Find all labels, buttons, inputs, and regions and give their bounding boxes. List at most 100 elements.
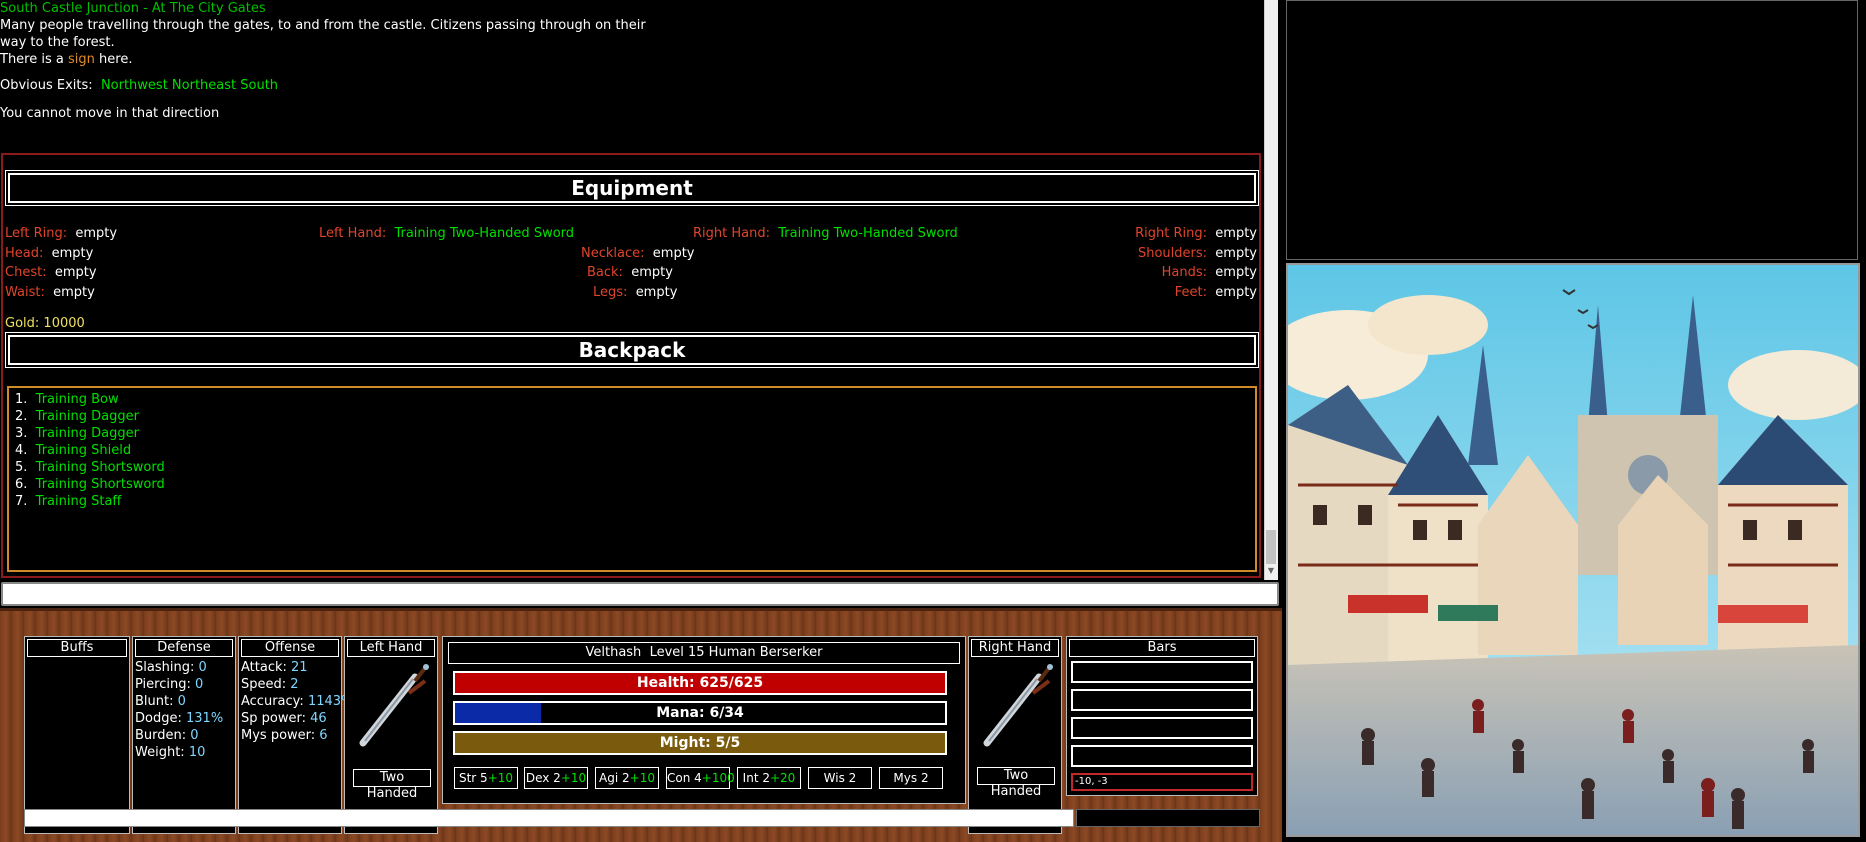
slot-label: Shoulders:	[1137, 246, 1208, 261]
attribute-name: Str 5	[458, 771, 488, 785]
slot-label: Right Hand:	[693, 226, 770, 241]
slot-left-ring[interactable]: Left Ring: empty	[5, 226, 117, 241]
bar-slot[interactable]	[1071, 717, 1253, 739]
slot-right-ring[interactable]: Right Ring: empty	[1135, 226, 1257, 241]
stat-label: Burden:	[135, 728, 187, 743]
slot-head[interactable]: Head: empty	[5, 246, 93, 261]
slot-label: Legs:	[593, 285, 628, 300]
character-panel: Velthash Level 15 Human Berserker Health…	[442, 636, 966, 804]
slot-left-hand[interactable]: Left Hand: Training Two-Handed Sword	[319, 226, 574, 241]
attribute-dex[interactable]: Dex 2+10	[524, 767, 588, 789]
offense-stat: Mys power: 6	[241, 727, 353, 744]
attribute-mys[interactable]: Mys 2	[879, 767, 943, 789]
stat-label: Slashing:	[135, 660, 195, 675]
offense-stat: Speed: 2	[241, 676, 353, 693]
stat-label: Piercing:	[135, 677, 191, 692]
character-level: Level 15 Human Berserker	[649, 645, 823, 660]
slot-value: empty	[1215, 246, 1257, 261]
exits-list[interactable]: Northwest Northeast South	[101, 78, 278, 93]
item-number: 5.	[15, 460, 28, 475]
slot-waist[interactable]: Waist: empty	[5, 285, 95, 300]
slot-value: empty	[54, 265, 97, 280]
item-name: Training Dagger	[35, 409, 139, 424]
sign-suffix: here.	[99, 52, 133, 67]
offense-stat: Attack: 21	[241, 659, 353, 676]
stat-label: Attack:	[241, 660, 287, 675]
attribute-str[interactable]: Str 5+10	[454, 767, 518, 789]
might-text: Might: 5/5	[659, 735, 741, 751]
command-input[interactable]	[1, 582, 1279, 606]
bar-slot[interactable]	[1071, 689, 1253, 711]
slot-label: Hands:	[1161, 265, 1208, 280]
bar-slot[interactable]	[1071, 661, 1253, 683]
slot-shoulders[interactable]: Shoulders: empty	[1138, 246, 1257, 261]
slot-value: empty	[1215, 285, 1257, 300]
right-hand-slot[interactable]	[977, 659, 1055, 751]
might-bar: Might: 5/5	[453, 731, 947, 755]
attribute-agi[interactable]: Agi 2+10	[595, 767, 659, 789]
defense-stat: Dodge: 131%	[135, 710, 223, 727]
attribute-wis[interactable]: Wis 2	[808, 767, 872, 789]
backpack-item[interactable]: 3. Training Dagger	[15, 425, 1249, 442]
mana-bar: Mana: 6/34	[453, 701, 947, 725]
slot-chest[interactable]: Chest: empty	[5, 265, 97, 280]
bars-title: Bars	[1069, 639, 1255, 657]
slot-value: empty	[635, 285, 678, 300]
backpack-item[interactable]: 5. Training Shortsword	[15, 459, 1249, 476]
log-scrollbar[interactable]	[1264, 0, 1278, 580]
defense-stat: Burden: 0	[135, 727, 223, 744]
defense-stats: Slashing: 0 Piercing: 0 Blunt: 0 Dodge: …	[135, 659, 223, 761]
scrollbar-thumb[interactable]	[1266, 530, 1276, 564]
backpack-item[interactable]: 7. Training Staff	[15, 493, 1249, 510]
bar-slot[interactable]	[1071, 745, 1253, 767]
backpack-item[interactable]: 1. Training Bow	[15, 391, 1249, 408]
offense-panel: Offense Attack: 21 Speed: 2 Accuracy: 11…	[238, 636, 353, 834]
room-description-line-2: way to the forest.	[0, 35, 115, 50]
slot-label: Left Ring:	[5, 226, 68, 241]
slot-label: Back:	[587, 265, 623, 280]
attribute-bonus: +10	[560, 771, 587, 785]
item-number: 7.	[15, 494, 28, 509]
scroll-down-arrow-icon[interactable]: ▼	[1266, 566, 1276, 578]
sign-link[interactable]: sign	[68, 52, 95, 67]
stat-value: 2	[290, 677, 299, 692]
sword-icon	[983, 664, 1053, 747]
slot-hands[interactable]: Hands: empty	[1162, 265, 1257, 280]
slot-legs[interactable]: Legs: empty	[593, 285, 677, 300]
slot-necklace[interactable]: Necklace: empty	[581, 246, 695, 261]
chat-input[interactable]	[24, 809, 1074, 827]
item-name: Training Shield	[35, 443, 132, 458]
left-hand-panel: Left Hand Two Handed	[344, 636, 438, 834]
slot-value: empty	[1215, 265, 1257, 280]
right-hand-type-label: Two Handed	[977, 767, 1055, 799]
backpack-item[interactable]: 6. Training Shortsword	[15, 476, 1249, 493]
buffs-title: Buffs	[27, 639, 127, 657]
attribute-name: Agi 2	[599, 771, 630, 785]
health-bar: Health: 625/625	[453, 671, 947, 695]
left-hand-title: Left Hand	[347, 639, 435, 657]
slot-right-hand[interactable]: Right Hand: Training Two-Handed Sword	[693, 226, 958, 241]
stat-value: 21	[291, 660, 308, 675]
stat-label: Accuracy:	[241, 694, 304, 709]
defense-stat: Weight: 10	[135, 744, 223, 761]
backpack-item[interactable]: 4. Training Shield	[15, 442, 1249, 459]
left-hand-slot[interactable]	[353, 659, 431, 751]
stat-value: 6	[319, 728, 328, 743]
offense-title: Offense	[241, 639, 339, 657]
backpack-item[interactable]: 2. Training Dagger	[15, 408, 1249, 425]
left-hand-type-label: Two Handed	[353, 769, 431, 801]
item-name: Training Staff	[35, 494, 122, 509]
game-text-log: South Castle Junction - At The City Gate…	[0, 0, 1262, 150]
right-hand-panel: Right Hand Two Handed	[968, 636, 1062, 834]
attribute-bonus: +10	[629, 771, 655, 785]
item-number: 3.	[15, 426, 28, 441]
slot-label: Waist:	[5, 285, 45, 300]
attribute-con[interactable]: Con 4+100	[666, 767, 735, 789]
attribute-int[interactable]: Int 2+20	[737, 767, 801, 789]
slot-back[interactable]: Back: empty	[587, 265, 673, 280]
stat-label: Dodge:	[135, 711, 182, 726]
slot-feet[interactable]: Feet: empty	[1175, 285, 1257, 300]
minimap-panel[interactable]	[1286, 0, 1858, 260]
stat-label: Mys power:	[241, 728, 316, 743]
mana-fill	[455, 703, 542, 723]
